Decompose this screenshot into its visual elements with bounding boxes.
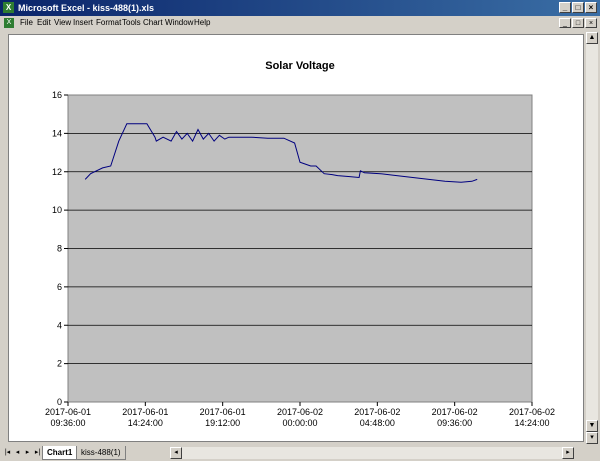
horizontal-scrollbar[interactable]: ◂ ▸ bbox=[170, 447, 574, 459]
sheet-tab-bar: |◂ ◂ ▸ ▸| Chart1 kiss-488(1) ◂ ▸ bbox=[0, 445, 600, 461]
x-tick-label: 2017-06-01 19:12:00 bbox=[200, 407, 246, 428]
last-sheet-icon[interactable]: ▸| bbox=[33, 448, 42, 458]
chart-area[interactable]: 0 2 4 6 8 10 12 14 16 2017-06-01 09:36:00 2017-06-… bbox=[0, 0, 600, 461]
y-tick-label: 14 bbox=[52, 128, 62, 138]
x-tick-label: 2017-06-02 04:48:00 bbox=[354, 407, 400, 428]
tab-chart1[interactable]: Chart1 bbox=[42, 446, 78, 460]
x-tick-label: 2017-06-01 09:36:00 bbox=[45, 407, 91, 428]
scroll-left-arrow-icon[interactable]: ◂ bbox=[170, 447, 182, 459]
y-tick-label: 10 bbox=[52, 205, 62, 215]
y-tick-label: 4 bbox=[57, 320, 62, 330]
first-sheet-icon[interactable]: |◂ bbox=[3, 448, 12, 458]
next-sheet-icon[interactable]: ▸ bbox=[23, 448, 32, 458]
y-tick-label: 12 bbox=[52, 167, 62, 177]
x-tick-label: 2017-06-02 14:24:00 bbox=[509, 407, 555, 428]
y-tick-label: 0 bbox=[57, 397, 62, 407]
tab-kiss-488[interactable]: kiss-488(1) bbox=[76, 446, 126, 460]
y-tick-label: 2 bbox=[57, 359, 62, 369]
y-tick-label: 16 bbox=[52, 90, 62, 100]
scroll-right-arrow-icon[interactable]: ▸ bbox=[562, 447, 574, 459]
y-tick-label: 8 bbox=[57, 244, 62, 254]
x-tick-label: 2017-06-02 00:00:00 bbox=[277, 407, 323, 428]
x-tick-label: 2017-06-01 14:24:00 bbox=[122, 407, 168, 428]
x-tick-label: 2017-06-02 09:36:00 bbox=[432, 407, 478, 428]
y-tick-label: 6 bbox=[57, 282, 62, 292]
prev-sheet-icon[interactable]: ◂ bbox=[13, 448, 22, 458]
